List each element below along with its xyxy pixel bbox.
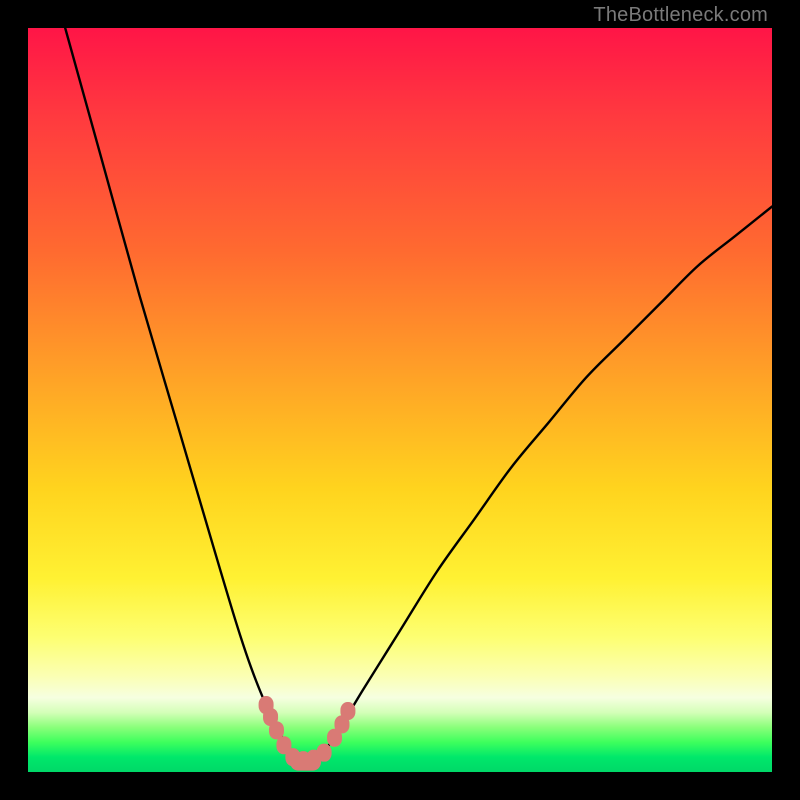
watermark-text: TheBottleneck.com	[593, 4, 768, 27]
chart-frame: TheBottleneck.com	[0, 0, 800, 800]
bottleneck-curve-svg	[28, 28, 772, 772]
curve-marker	[340, 702, 355, 720]
bottleneck-curve	[65, 28, 772, 761]
plot-area	[28, 28, 772, 772]
curve-marker-flat	[290, 753, 321, 771]
curve-markers	[259, 696, 356, 771]
